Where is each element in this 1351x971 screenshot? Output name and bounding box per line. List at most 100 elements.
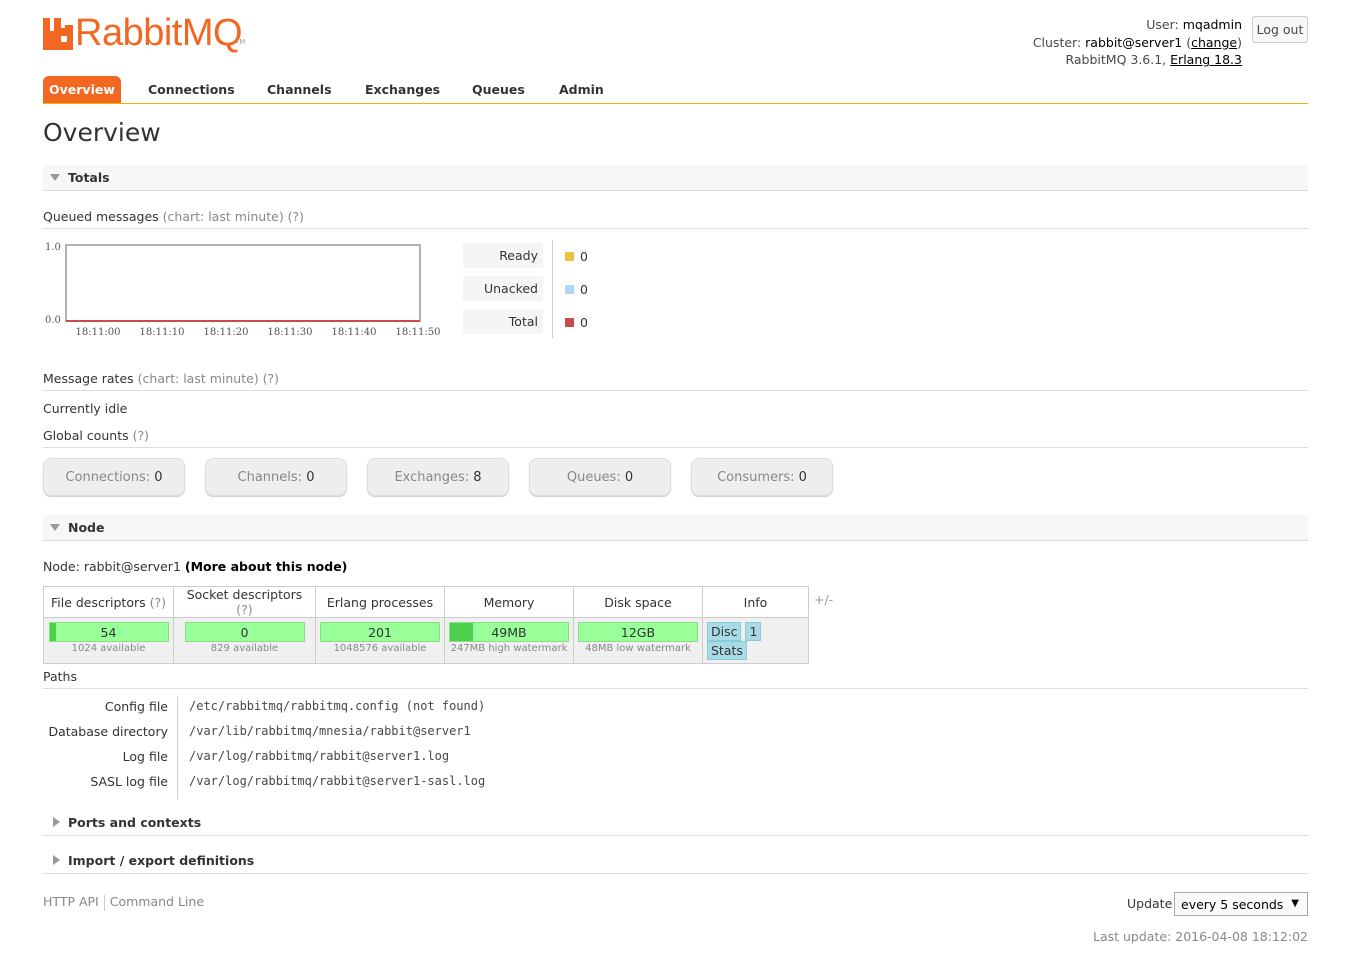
currently-idle-text: Currently idle bbox=[43, 401, 128, 416]
count-connections[interactable]: Connections: 0 bbox=[43, 458, 185, 496]
footer-separator bbox=[103, 894, 105, 911]
ports-contexts-section-toggle[interactable]: Ports and contexts bbox=[43, 810, 1308, 836]
paths-divider bbox=[177, 697, 178, 799]
node-section-toggle[interactable]: Node bbox=[43, 515, 1308, 541]
totals-section-toggle[interactable]: Totals bbox=[43, 165, 1308, 191]
count-label: Consumers: bbox=[717, 470, 795, 485]
main-nav-tabs: Overview Connections Channels Exchanges … bbox=[43, 76, 1308, 104]
count-consumers[interactable]: Consumers: 0 bbox=[691, 458, 833, 496]
toggle-columns-button[interactable]: +/- bbox=[814, 592, 833, 607]
global-counts-help[interactable]: (?) bbox=[133, 428, 149, 443]
ready-count: 0 bbox=[580, 249, 588, 264]
tab-exchanges[interactable]: Exchanges bbox=[359, 76, 446, 103]
update-interval-select[interactable]: every 5 seconds ▼ bbox=[1174, 892, 1308, 916]
logo-wordmark: RabbitMQ bbox=[75, 12, 243, 54]
socket-descriptors-cell: 0 829 available bbox=[173, 617, 316, 664]
usage-bar: 54 bbox=[48, 622, 169, 642]
usage-sub: 1048576 available bbox=[333, 643, 427, 654]
page-title: Overview bbox=[43, 118, 161, 147]
path-value: /var/lib/rabbitmq/mnesia/rabbit@server1 bbox=[189, 724, 471, 738]
command-line-link[interactable]: Command Line bbox=[110, 894, 204, 909]
http-api-link[interactable]: HTTP API bbox=[43, 894, 99, 909]
stats-badge: Stats bbox=[707, 641, 747, 660]
import-export-section-toggle[interactable]: Import / export definitions bbox=[43, 848, 1308, 874]
paths-heading: Paths bbox=[43, 669, 1308, 689]
count-channels[interactable]: Channels: 0 bbox=[205, 458, 347, 496]
message-rates-chart-note[interactable]: (chart: last minute) (?) bbox=[138, 371, 279, 386]
legend-value-ready: 0 bbox=[565, 249, 588, 264]
usage-sub: 247MB high watermark bbox=[450, 643, 568, 654]
tab-admin[interactable]: Admin bbox=[553, 76, 610, 103]
node-stats-table: File descriptors (?) Socket descriptors … bbox=[43, 586, 809, 664]
last-update-text: Last update: 2016-04-08 18:12:02 bbox=[1093, 929, 1308, 944]
node-section-title: Node bbox=[68, 520, 105, 535]
queued-messages-chart: 1.0 0.0 18:11:00 18:11:10 18:11:20 18:11:30… bbox=[45, 242, 441, 338]
col-file-descriptors: File descriptors (?) bbox=[43, 586, 174, 618]
rabbitmq-logo[interactable]: RabbitMQ TM bbox=[43, 12, 253, 56]
update-label: Update bbox=[1127, 896, 1173, 911]
disk-space-cell: 12GB 48MB low watermark bbox=[573, 617, 703, 664]
y-tick-label: 0.0 bbox=[45, 315, 61, 326]
path-value: /etc/rabbitmq/rabbitmq.config (not found… bbox=[189, 699, 486, 713]
dropdown-arrow-icon: ▼ bbox=[1291, 898, 1299, 909]
legend-label-unacked: Unacked bbox=[463, 276, 543, 301]
col-info: Info bbox=[702, 586, 809, 618]
logout-button[interactable]: Log out bbox=[1252, 16, 1308, 43]
legend-value-unacked: 0 bbox=[565, 282, 588, 297]
version-text: RabbitMQ 3.6.1, bbox=[1065, 52, 1167, 67]
node-line: Node: rabbit@server1 (More about this no… bbox=[43, 559, 347, 574]
usage-bar: 49MB bbox=[449, 622, 569, 642]
legend-label-ready: Ready bbox=[463, 243, 543, 268]
erlang-version-link[interactable]: Erlang 18.3 bbox=[1170, 52, 1242, 67]
tab-channels[interactable]: Channels bbox=[261, 76, 338, 103]
count-queues[interactable]: Queues: 0 bbox=[529, 458, 671, 496]
info-cell: Disc 1Stats bbox=[702, 617, 809, 664]
usage-bar: 12GB bbox=[578, 622, 698, 642]
cluster-label: Cluster: bbox=[1032, 34, 1082, 50]
username: mqadmin bbox=[1182, 17, 1242, 32]
col-socket-descriptors: Socket descriptors (?) bbox=[173, 586, 316, 618]
usage-bar-fill bbox=[49, 623, 56, 641]
disc-badge: Disc bbox=[707, 622, 742, 641]
logo-tm: TM bbox=[235, 38, 246, 46]
path-label: Config file bbox=[104, 699, 168, 714]
rabbit-logo-icon bbox=[43, 18, 73, 50]
tab-overview[interactable]: Overview bbox=[43, 76, 121, 103]
tab-queues[interactable]: Queues bbox=[466, 76, 531, 103]
count-value: 8 bbox=[473, 470, 482, 485]
expand-triangle-icon bbox=[53, 855, 60, 865]
path-value: /var/log/rabbitmq/rabbit@server1.log bbox=[189, 749, 450, 763]
legend-label-total: Total bbox=[463, 309, 543, 334]
chart-plot-area bbox=[65, 244, 421, 322]
x-tick-label: 18:11:50 bbox=[396, 327, 441, 338]
change-cluster-link[interactable]: change bbox=[1191, 35, 1237, 50]
global-counts-title: Global counts bbox=[43, 428, 129, 443]
path-label: Database directory bbox=[48, 724, 168, 739]
help-link[interactable]: (?) bbox=[236, 602, 252, 617]
path-value: /var/log/rabbitmq/rabbit@server1-sasl.lo… bbox=[189, 774, 486, 788]
more-about-node-link[interactable]: (More about this node) bbox=[185, 559, 348, 574]
collapse-triangle-icon bbox=[50, 524, 60, 531]
collapse-triangle-icon bbox=[50, 174, 60, 181]
queued-messages-chart-note[interactable]: (chart: last minute) (?) bbox=[163, 209, 304, 224]
node-label: Node: bbox=[43, 559, 80, 574]
queued-messages-heading: Queued messages (chart: last minute) (?) bbox=[43, 209, 1308, 229]
queued-messages-title: Queued messages bbox=[43, 209, 159, 224]
usage-sub: 829 available bbox=[210, 643, 279, 654]
total-swatch bbox=[565, 318, 574, 327]
footer-links: HTTP API Command Line bbox=[43, 894, 204, 911]
memory-cell: 49MB 247MB high watermark bbox=[444, 617, 574, 664]
global-counts-heading: Global counts (?) bbox=[43, 428, 1308, 448]
path-label: SASL log file bbox=[90, 774, 168, 789]
expand-triangle-icon bbox=[53, 817, 60, 827]
count-exchanges[interactable]: Exchanges: 8 bbox=[367, 458, 509, 496]
help-link[interactable]: (?) bbox=[150, 595, 166, 610]
unacked-swatch bbox=[565, 285, 574, 294]
legend-value-total: 0 bbox=[565, 315, 588, 330]
count-label: Exchanges: bbox=[394, 470, 470, 485]
col-erlang-processes: Erlang processes bbox=[315, 586, 445, 618]
y-tick-label: 1.0 bbox=[45, 242, 61, 253]
tab-connections[interactable]: Connections bbox=[142, 76, 241, 103]
path-label: Log file bbox=[122, 749, 168, 764]
count-label: Queues: bbox=[566, 470, 621, 485]
